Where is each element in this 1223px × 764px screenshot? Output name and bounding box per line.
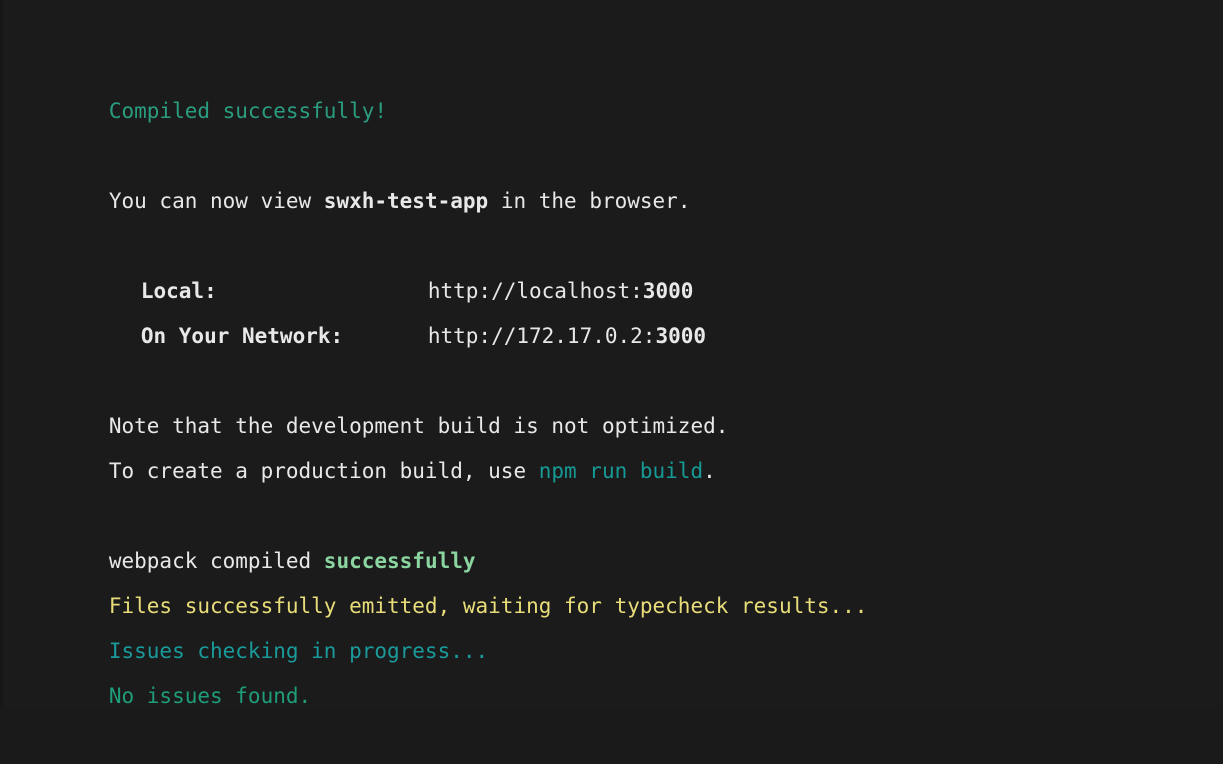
terminal-output-region: Compiled successfully! You can now view … [33,44,1213,708]
webpack-status: successfully [323,549,476,573]
compiled-success-text: Compiled successfully! [108,99,388,123]
address-url-network[interactable]: http://172.17.0.2: [428,324,656,348]
production-prefix: To create a production build, use [108,459,539,483]
address-label-network: On Your Network: [140,324,344,348]
production-suffix: . [703,459,716,483]
npm-run-build-command[interactable]: npm run build [539,459,703,483]
app-name: swxh-test-app [323,189,489,213]
note-text: Note that the development build is not o… [108,414,729,438]
view-app-line: You can now view swxh-test-app in the br… [33,134,1213,213]
address-row-local: Local: http://localhost:3000 [33,224,1213,303]
view-line-suffix: in the browser. [488,189,691,213]
terminal-window[interactable]: Compiled successfully! You can now view … [0,0,1223,708]
webpack-prefix: webpack compiled [108,549,324,573]
address-url-local[interactable]: http://localhost: [428,279,643,303]
view-line-prefix: You can now view [108,189,324,213]
note-line: Note that the development build is not o… [33,359,1213,438]
webpack-compiled-line: webpack compiled successfully [33,494,1213,573]
address-port-network[interactable]: 3000 [655,324,706,348]
address-port-local[interactable]: 3000 [643,279,694,303]
issues-checking-text: Issues checking in progress... [108,639,489,663]
compiled-success-banner: Compiled successfully! [33,44,1213,123]
no-issues-text: No issues found. [108,684,312,708]
files-emitted-text: Files successfully emitted, waiting for … [108,594,868,618]
address-label-local: Local: [140,279,217,303]
